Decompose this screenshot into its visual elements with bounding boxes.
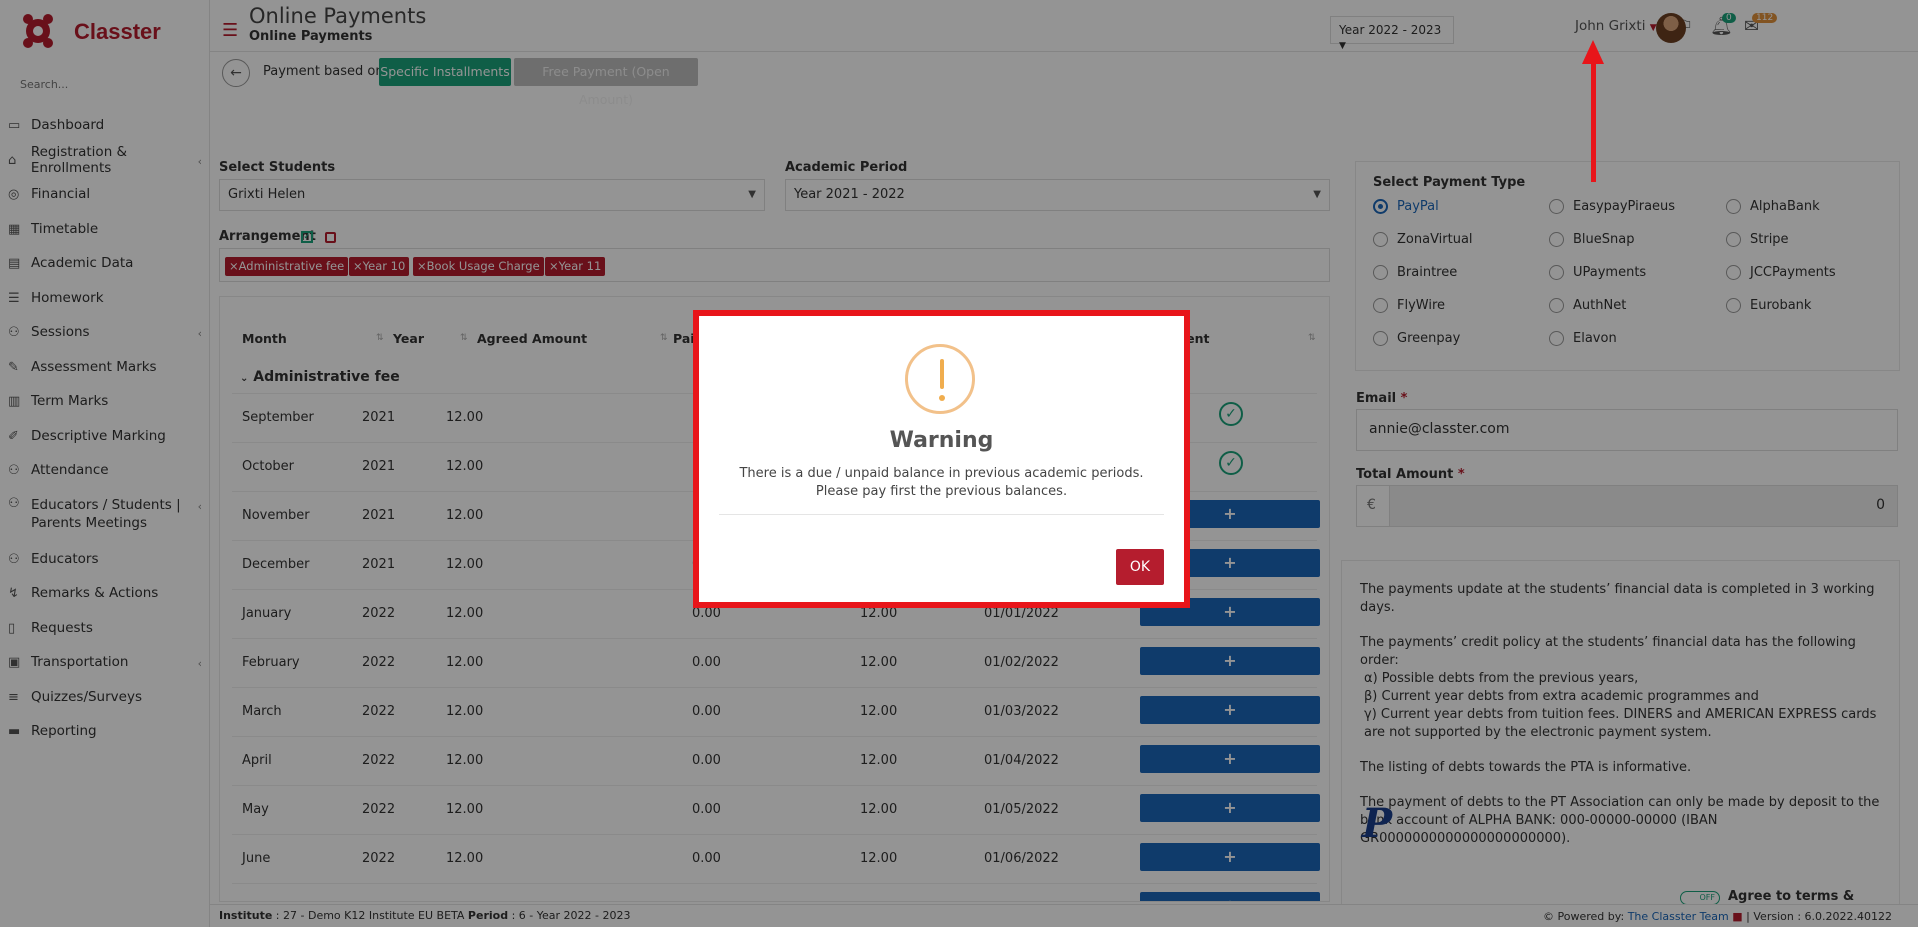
modal-divider [719,514,1164,515]
modal-title: Warning [889,428,994,453]
warning-icon-dot [939,395,945,401]
ok-button[interactable]: OK [1116,549,1164,585]
annotation-arrow [1591,60,1596,182]
warning-icon [905,344,975,414]
warning-modal: Warning There is a due / unpaid balance … [707,322,1176,596]
warning-icon-bar [940,359,944,389]
annotation-arrow-head [1582,40,1604,64]
modal-message: There is a due / unpaid balance in previ… [739,466,1144,499]
warning-modal-highlight: Warning There is a due / unpaid balance … [693,310,1190,608]
